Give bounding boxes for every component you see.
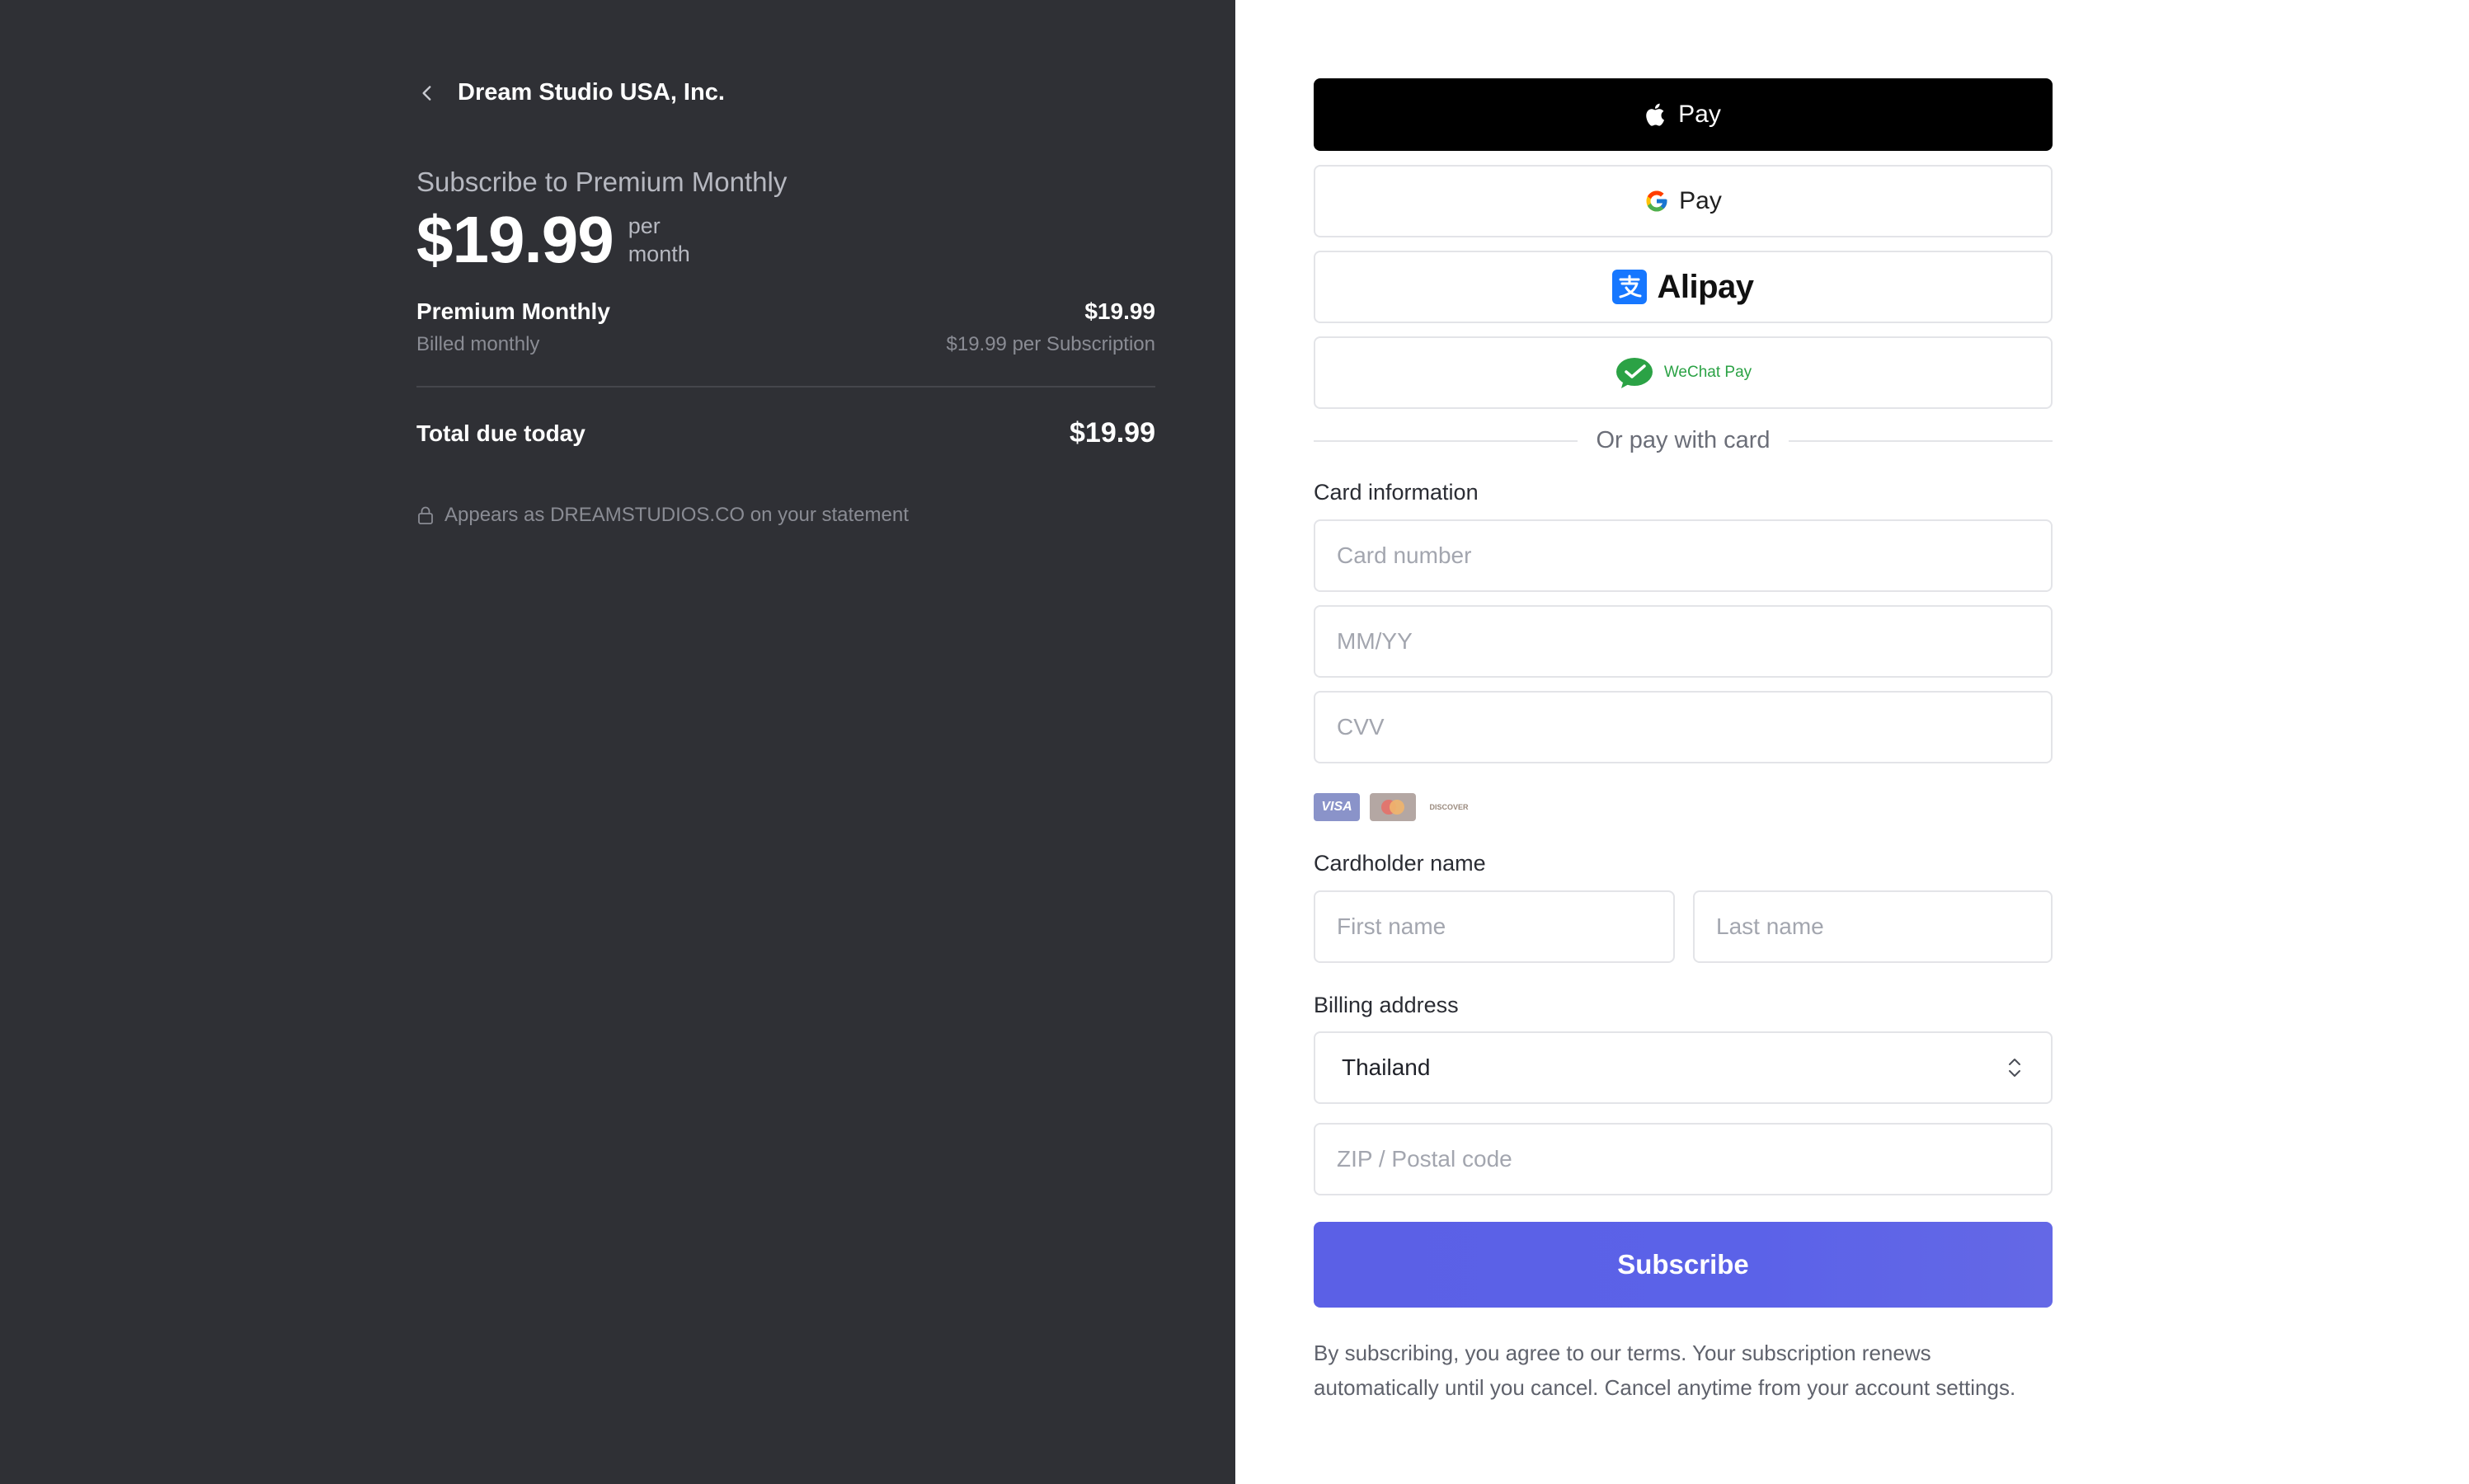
price-period: per month: [628, 212, 690, 268]
google-logo-icon: [1646, 190, 1667, 212]
card-expiry-placeholder: MM/YY: [1337, 628, 1413, 654]
mastercard-circle-orange: [1390, 800, 1404, 815]
first-name-input[interactable]: First name: [1314, 890, 1675, 963]
line-item-unit-price: $19.99 per Subscription: [946, 333, 1156, 355]
accepted-cards: VISA DISCOVER: [1314, 793, 1472, 821]
subscribe-button[interactable]: Subscribe: [1314, 1222, 2053, 1308]
apple-logo-icon: [1646, 103, 1665, 126]
terms-text: By subscribing, you agree to our terms. …: [1314, 1341, 2016, 1400]
visa-logo: VISA: [1314, 793, 1360, 821]
subscribe-title: Subscribe to Premium Monthly: [416, 167, 788, 197]
card-info-label: Card information: [1314, 480, 1479, 505]
last-name-input[interactable]: Last name: [1693, 890, 2053, 963]
wechat-pay-label: WeChat Pay: [1663, 364, 1752, 381]
total-price: $19.99: [1070, 417, 1155, 448]
back-to-merchant-link[interactable]: Dream Studio USA, Inc.: [416, 79, 725, 106]
last-name-placeholder: Last name: [1716, 913, 1824, 939]
apple-pay-label: Pay: [1678, 101, 1721, 128]
zip-placeholder: ZIP / Postal code: [1337, 1146, 1512, 1172]
alipay-logo-icon: [1612, 270, 1648, 304]
wechat-logo-icon: [1615, 358, 1653, 388]
google-pay-button[interactable]: Pay: [1314, 165, 2053, 237]
card-expiry-input[interactable]: MM/YY: [1314, 605, 2053, 678]
cardholder-label: Cardholder name: [1314, 851, 1486, 876]
total-row: Total due today $19.99: [416, 417, 1155, 449]
price-amount: $19.99: [416, 203, 614, 276]
merchant-name: Dream Studio USA, Inc.: [458, 79, 725, 106]
divider-text: Or pay with card: [1596, 427, 1771, 453]
summary-divider: [416, 386, 1155, 387]
pay-with-card-divider: Or pay with card: [1314, 427, 2053, 454]
card-cvv-placeholder: CVV: [1337, 714, 1385, 740]
chevron-left-icon: [422, 85, 431, 101]
wechat-pay-button[interactable]: WeChat Pay: [1314, 336, 2053, 409]
payment-panel: Pay Pay Alipay WeChat Pay Or pay with ca…: [1235, 0, 2469, 1484]
lock-icon: [418, 506, 433, 524]
price-display: $19.99 per month: [416, 203, 690, 277]
alipay-label: Alipay: [1657, 268, 1754, 305]
alipay-button[interactable]: Alipay: [1314, 251, 2053, 323]
price-period-line1: per: [628, 214, 661, 238]
total-label: Total due today: [416, 420, 586, 446]
country-select[interactable]: Thailand: [1314, 1031, 2053, 1104]
statement-text: Appears as DREAMSTUDIOS.CO on your state…: [444, 504, 909, 526]
price-period-line2: month: [628, 242, 690, 266]
divider-line-left: [1314, 439, 1578, 442]
line-item-price: $19.99: [1084, 298, 1155, 324]
line-item-billing: Billed monthly: [416, 333, 540, 355]
line-item-name: Premium Monthly: [416, 298, 610, 324]
card-number-input[interactable]: Card number: [1314, 519, 2053, 592]
billing-address-label: Billing address: [1314, 993, 1459, 1017]
divider-line-right: [1788, 439, 2053, 442]
google-pay-label: Pay: [1679, 187, 1722, 214]
mastercard-logo: [1370, 793, 1416, 821]
chevron-up-down-icon: [2009, 1059, 2020, 1077]
order-summary-panel: Dream Studio USA, Inc. Subscribe to Prem…: [0, 0, 1235, 1484]
first-name-placeholder: First name: [1337, 913, 1446, 939]
line-item: Premium Monthly $19.99 Billed monthly $1…: [416, 298, 1155, 356]
country-value: Thailand: [1342, 1054, 1431, 1080]
discover-logo: DISCOVER: [1429, 803, 1469, 811]
zip-input[interactable]: ZIP / Postal code: [1314, 1123, 2053, 1195]
apple-pay-button[interactable]: Pay: [1314, 78, 2053, 151]
card-number-placeholder: Card number: [1337, 542, 1472, 568]
card-cvv-input[interactable]: CVV: [1314, 691, 2053, 763]
statement-descriptor: Appears as DREAMSTUDIOS.CO on your state…: [416, 504, 909, 527]
